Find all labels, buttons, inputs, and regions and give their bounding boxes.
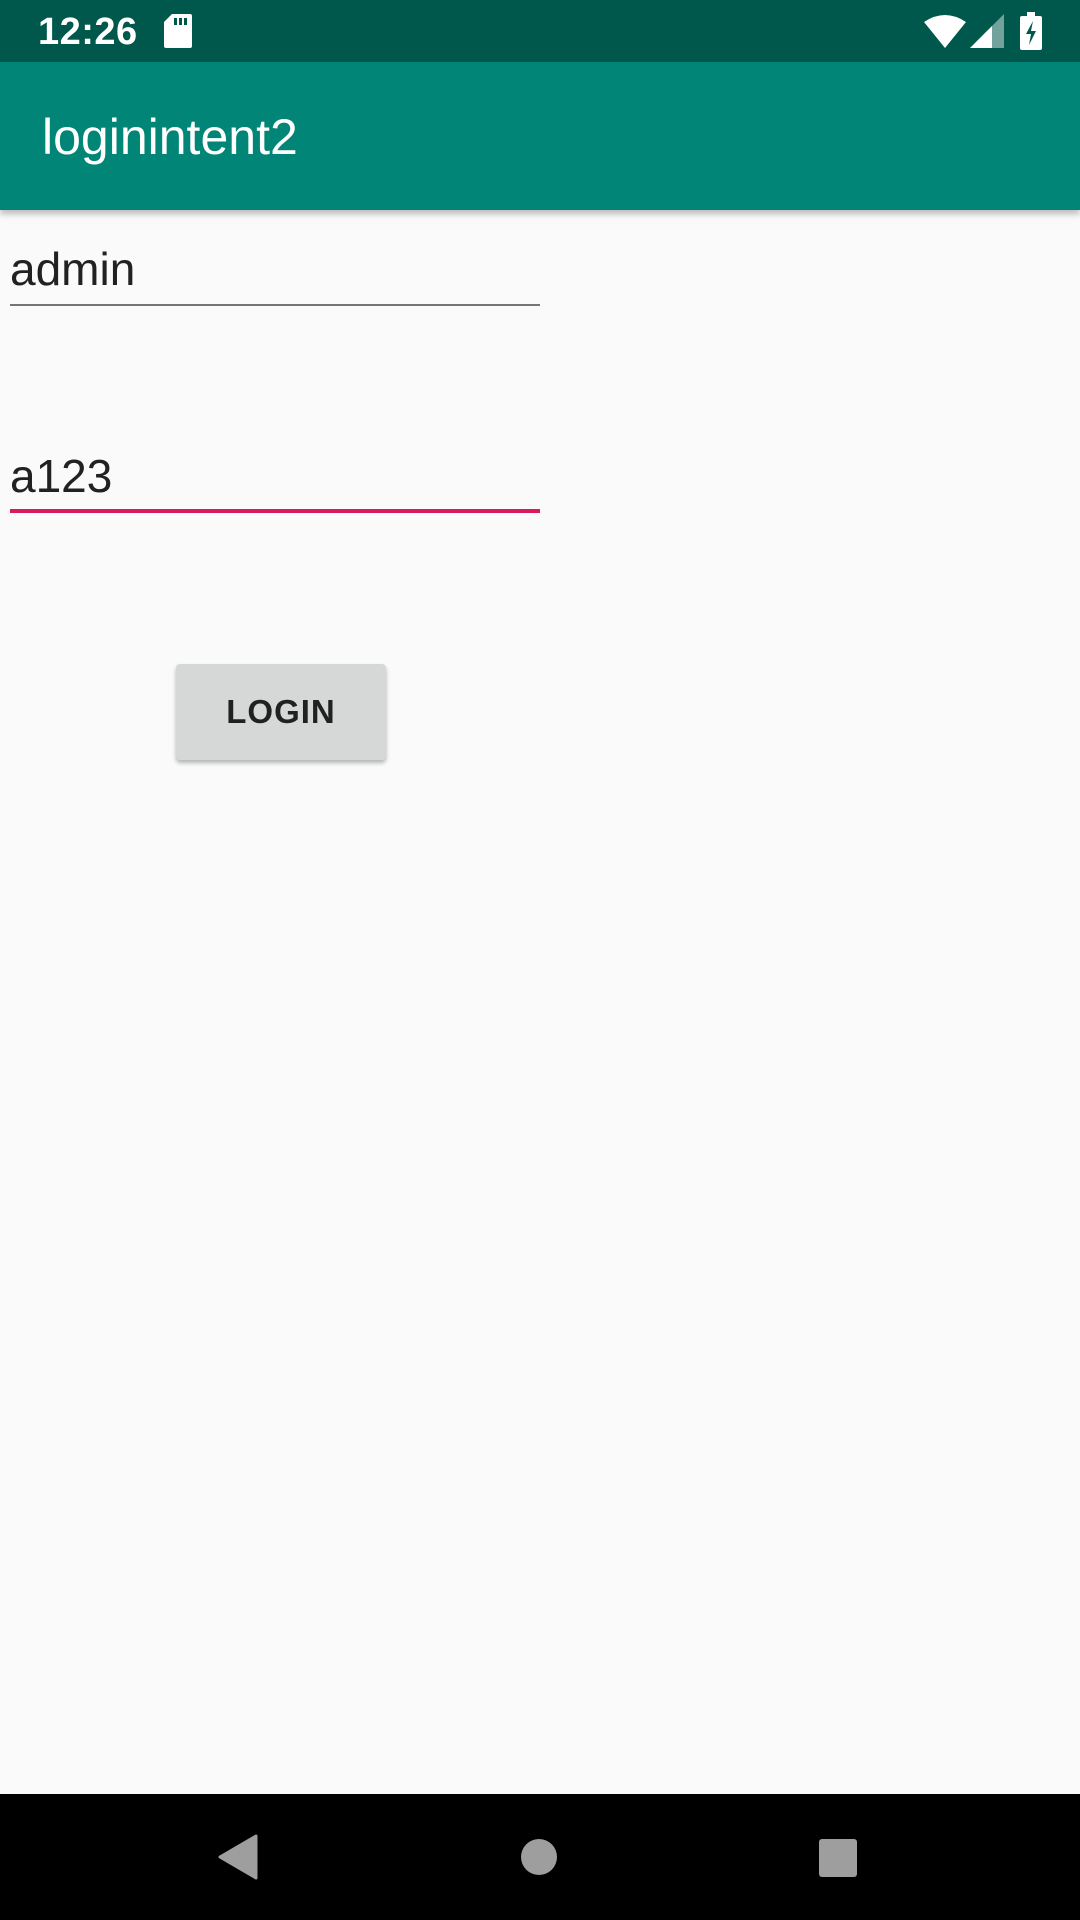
status-time: 12:26 — [38, 11, 138, 53]
password-underline — [10, 509, 540, 513]
wifi-icon — [924, 15, 966, 48]
login-button[interactable]: LOGIN — [176, 664, 386, 760]
app-title: loginintent2 — [42, 109, 298, 165]
sd-card-icon — [164, 14, 192, 48]
back-icon[interactable] — [216, 1834, 260, 1880]
status-bar: 12:26 — [0, 0, 1080, 62]
signal-icon — [970, 14, 1004, 48]
home-icon[interactable] — [520, 1838, 558, 1876]
login-screen: 12:26 loginintent2 LOGIN — [0, 0, 1080, 1920]
recents-icon[interactable] — [818, 1838, 858, 1878]
battery-charging-icon — [1020, 12, 1042, 50]
navigation-bar — [0, 1794, 1080, 1920]
password-field[interactable] — [10, 441, 540, 511]
username-underline — [10, 304, 540, 306]
app-bar: loginintent2 — [0, 62, 1080, 210]
username-field[interactable] — [10, 234, 540, 304]
